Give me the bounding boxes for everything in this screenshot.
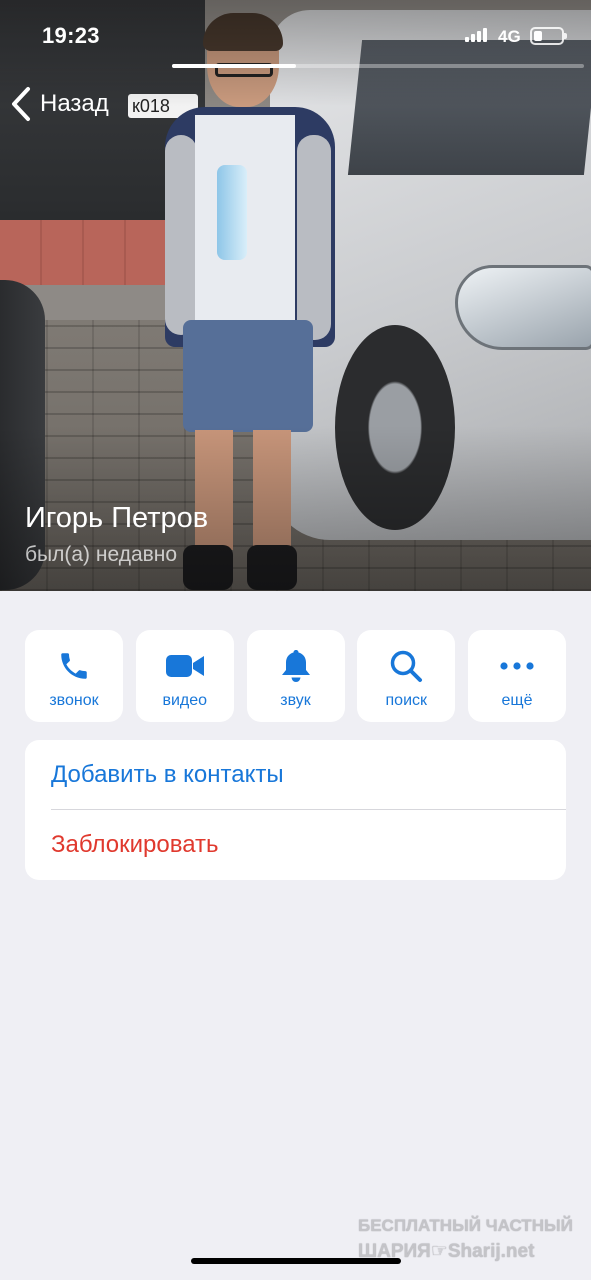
video-call-button[interactable]: видео [135, 630, 234, 722]
more-button[interactable]: ещё [468, 630, 566, 722]
more-dots-icon [497, 646, 537, 686]
battery-nub [564, 33, 567, 39]
sound-button[interactable]: звук [246, 630, 345, 722]
home-indicator[interactable] [191, 1258, 401, 1264]
action-buttons: звонок видео звук поиск ещё [25, 630, 566, 722]
block-user-button[interactable]: Заблокировать [25, 810, 566, 880]
chevron-left-icon [12, 87, 30, 121]
search-button[interactable]: поиск [357, 630, 456, 722]
add-to-contacts-button[interactable]: Добавить в контакты [25, 740, 566, 810]
battery-icon [530, 27, 567, 45]
photo-gallery-progress [172, 64, 584, 68]
call-label: звонок [49, 692, 99, 709]
signal-strength-icon [465, 28, 491, 42]
sound-label: звук [280, 692, 311, 709]
contact-name: Игорь Петров [25, 502, 209, 534]
status-time: 19:23 [42, 23, 100, 48]
back-label: Назад [40, 90, 109, 117]
search-label: поиск [385, 692, 428, 709]
progress-fill [172, 64, 296, 68]
video-camera-icon [165, 646, 205, 686]
phone-icon [54, 646, 94, 686]
bell-icon [276, 646, 316, 686]
watermark-line-1: БЕСПЛАТНЫЙ ЧАСТНЫЙ [358, 1216, 573, 1235]
more-label: ещё [501, 692, 533, 709]
call-button[interactable]: звонок [25, 630, 123, 722]
video-label: видео [162, 692, 208, 709]
network-type: 4G [498, 27, 521, 46]
contact-actions-card: Добавить в контакты Заблокировать [25, 740, 566, 880]
status-bar: 19:23 4G [0, 0, 591, 70]
last-seen-status: был(а) недавно [25, 543, 178, 566]
battery-level [534, 31, 542, 41]
back-button[interactable]: Назад [10, 84, 109, 124]
search-icon [386, 646, 426, 686]
